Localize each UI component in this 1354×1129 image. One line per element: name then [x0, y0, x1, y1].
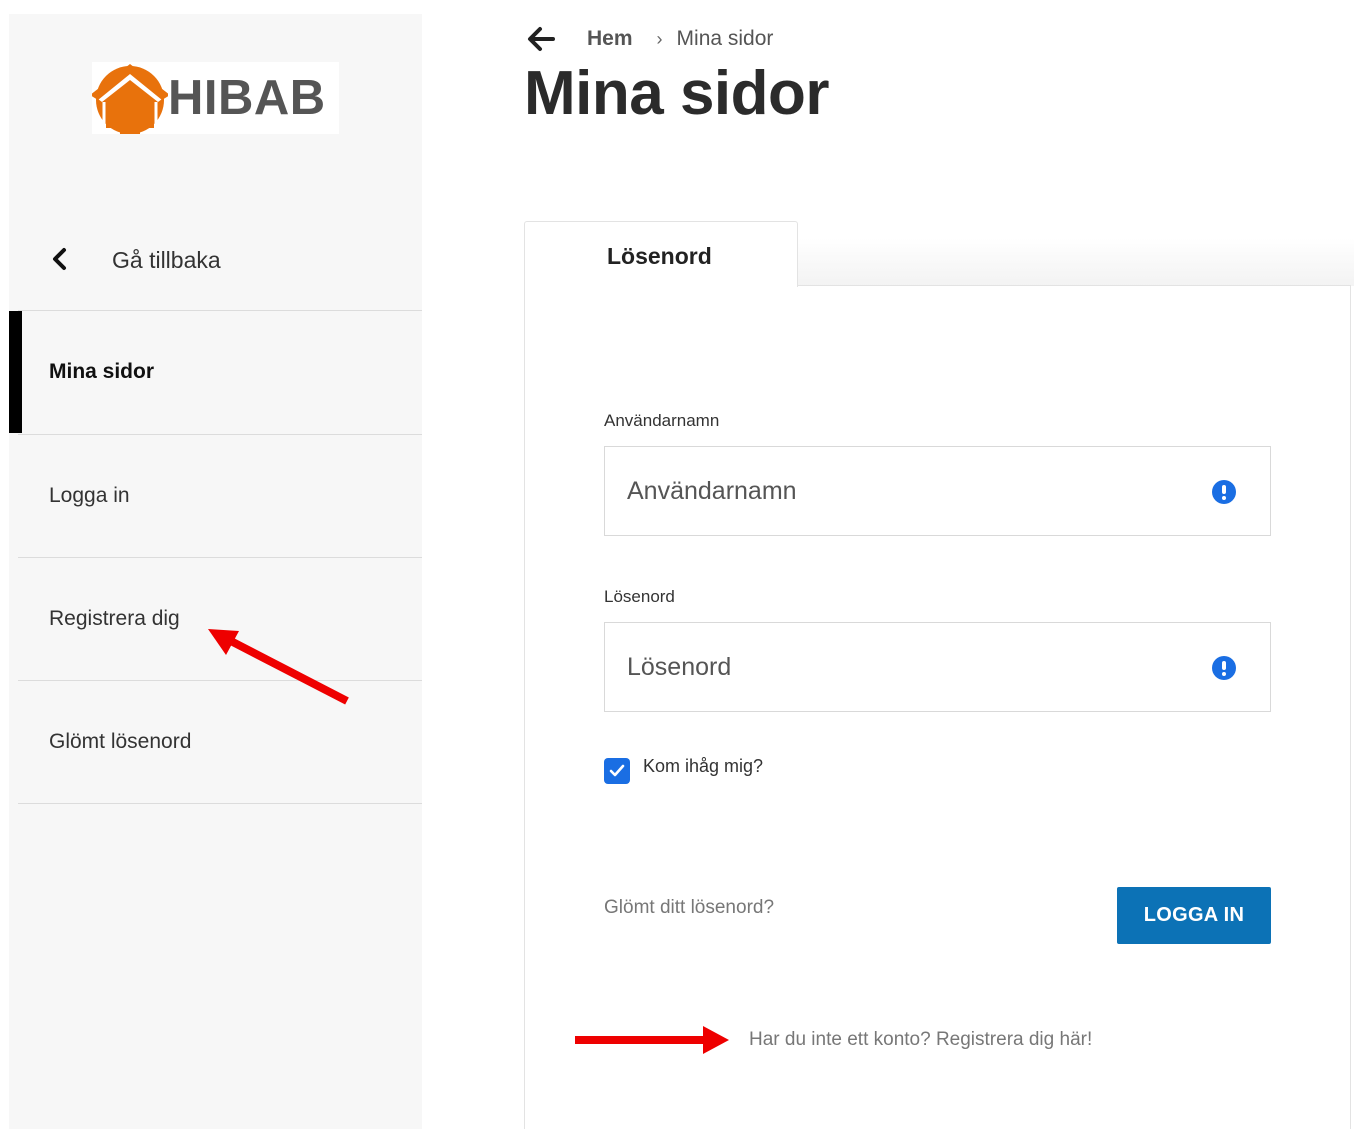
go-back-label: Gå tillbaka	[112, 247, 221, 273]
tab-label: Lösenord	[607, 243, 712, 269]
remember-me-checkbox[interactable]	[604, 758, 630, 784]
remember-me-label[interactable]: Kom ihåg mig?	[643, 756, 763, 777]
register-link[interactable]: Har du inte ett konto? Registrera dig hä…	[749, 1029, 1092, 1051]
sidebar-item-logga-in[interactable]: Logga in	[9, 435, 422, 557]
chevron-left-icon	[53, 248, 66, 270]
sidebar-item-mina-sidor[interactable]: Mina sidor	[9, 311, 422, 433]
sidebar-item-label: Mina sidor	[49, 360, 155, 383]
exclamation-icon	[1212, 656, 1236, 680]
checkmark-icon	[609, 764, 625, 777]
exclamation-icon	[1212, 480, 1236, 504]
logo-text: HIBAB	[168, 71, 326, 125]
card-top-border	[798, 285, 1351, 286]
breadcrumb-home-link[interactable]: Hem	[587, 27, 633, 51]
breadcrumb-separator: ›	[656, 28, 663, 49]
tab-strip	[798, 238, 1354, 286]
password-input[interactable]	[627, 623, 1187, 711]
sidebar-item-label: Logga in	[49, 484, 130, 507]
annotation-arrow-icon	[208, 629, 349, 705]
go-back-link[interactable]: Gå tillbaka	[9, 220, 422, 310]
divider	[18, 803, 422, 804]
sidebar-item-label: Glömt lösenord	[49, 730, 192, 753]
forgot-password-link[interactable]: Glömt ditt lösenord?	[604, 897, 774, 919]
sidebar-item-label: Registrera dig	[49, 607, 180, 630]
password-field	[604, 622, 1271, 712]
login-button[interactable]: LOGGA IN	[1117, 887, 1271, 944]
active-indicator	[9, 311, 22, 433]
annotation-arrow-icon	[575, 1026, 729, 1054]
tab-losenord[interactable]: Lösenord	[524, 221, 798, 287]
house-logo-icon	[92, 64, 168, 134]
breadcrumb-current: Mina sidor	[676, 27, 774, 50]
hibab-logo[interactable]: HIBAB	[92, 62, 339, 134]
breadcrumb: Hem › Mina sidor	[526, 24, 773, 54]
username-field	[604, 446, 1271, 536]
sidebar: HIBAB Gå tillbaka Mina sidor Logga in Re…	[9, 14, 422, 1129]
page-title: Mina sidor	[524, 59, 830, 128]
arrow-left-icon[interactable]	[526, 24, 556, 54]
password-label: Lösenord	[604, 587, 675, 606]
username-label: Användarnamn	[604, 411, 720, 430]
username-input[interactable]	[627, 447, 1187, 535]
